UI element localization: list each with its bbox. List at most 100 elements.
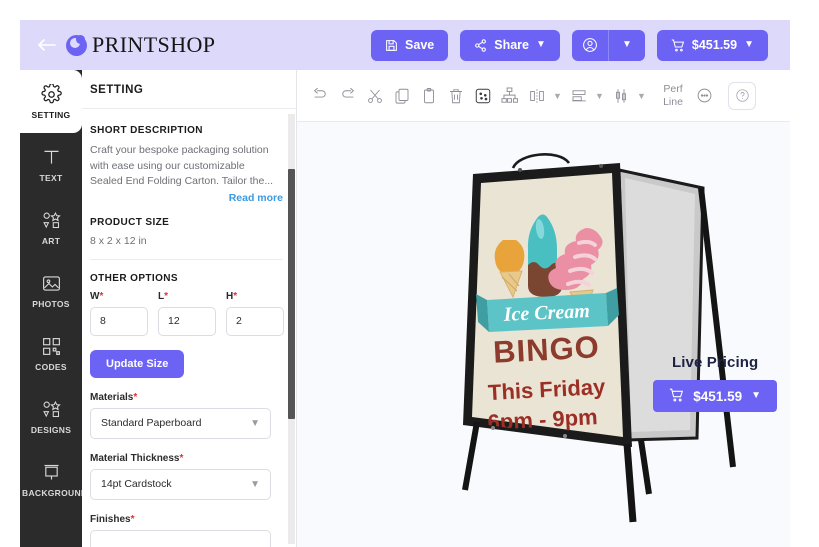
- align-vertical-icon[interactable]: [565, 81, 592, 111]
- sidebar-item-text[interactable]: TEXT: [20, 133, 82, 196]
- copy-icon[interactable]: [388, 81, 415, 111]
- material-thickness-select[interactable]: 14pt Cardstock ▼: [90, 468, 271, 500]
- chevron-down-icon: ▼: [250, 417, 260, 429]
- shapes-icon: [41, 398, 62, 421]
- length-input[interactable]: 12: [158, 306, 216, 336]
- sidebar-item-designs[interactable]: DESIGNS: [20, 385, 82, 448]
- product-size-value: 8 x 2 x 12 in: [90, 234, 147, 247]
- sidebar-item-label: DESIGNS: [30, 425, 72, 435]
- materials-select[interactable]: Standard Paperboard ▼: [90, 407, 271, 439]
- distribute-icon[interactable]: [607, 81, 634, 111]
- chevron-down-icon[interactable]: ▼: [592, 91, 607, 101]
- live-pricing-widget: Live Pricing $451.59 ▼: [653, 354, 777, 412]
- account-dropdown-button[interactable]: ▼: [609, 30, 645, 61]
- back-arrow-icon[interactable]: [34, 32, 60, 58]
- sidebar-item-art[interactable]: ART: [20, 196, 82, 259]
- perf-line-label-1: Perf: [663, 82, 683, 95]
- gear-icon: [40, 83, 62, 106]
- update-size-button[interactable]: Update Size: [90, 349, 185, 378]
- live-pricing-value: $451.59: [693, 388, 743, 404]
- live-pricing-button[interactable]: $451.59 ▼: [653, 380, 777, 412]
- product-size-label: PRODUCT SIZE: [90, 216, 170, 228]
- align-horizontal-icon[interactable]: [523, 81, 550, 111]
- chevron-down-icon[interactable]: ▼: [634, 91, 649, 101]
- read-more-link[interactable]: Read more: [90, 192, 297, 204]
- sidebar-item-codes[interactable]: CODES: [20, 322, 82, 385]
- material-thickness-label: Material Thickness*: [90, 452, 184, 464]
- cut-scissors-icon[interactable]: [361, 81, 388, 111]
- app-header: PRINTSHOP Save Share ▼ ▼ $451.59 ▼: [20, 20, 790, 70]
- brand-mark-icon: [66, 34, 87, 56]
- dimension-fields: W* 8 L* 12 H* 2: [90, 291, 297, 336]
- sidebar-item-label: CODES: [35, 362, 67, 372]
- share-button[interactable]: Share ▼: [460, 29, 560, 61]
- panel-scrollbar[interactable]: [288, 114, 295, 544]
- dimension-length: L* 12: [158, 291, 216, 336]
- finishes-label: Finishes*: [90, 513, 135, 525]
- sidebar-item-photos[interactable]: PHOTOS: [20, 259, 82, 322]
- account-button-group: ▼: [571, 29, 645, 61]
- trash-delete-icon[interactable]: [442, 81, 469, 111]
- editor-toolbar: ▼ ▼ ▼ Perf Line: [297, 70, 790, 122]
- layers-tree-icon[interactable]: [496, 81, 523, 111]
- sidebar-item-setting[interactable]: SETTING: [20, 70, 82, 133]
- svg-text:T: T: [547, 492, 558, 509]
- shapes-icon: [41, 209, 62, 232]
- cart-price-label: $451.59: [691, 38, 738, 52]
- perf-line-button[interactable]: Perf Line: [655, 83, 691, 109]
- save-label: Save: [405, 38, 435, 52]
- text-t-icon: [41, 146, 62, 169]
- chevron-down-icon[interactable]: ▼: [550, 91, 565, 101]
- more-options-icon[interactable]: [691, 81, 718, 111]
- sidebar-item-label: PHOTOS: [32, 299, 70, 309]
- design-canvas[interactable]: Ice Cream BINGO This Friday 6pm - 9pm U …: [297, 122, 790, 547]
- cart-icon: [669, 388, 684, 405]
- settings-scroll-area: SHORT DESCRIPTION Craft your bespoke pac…: [82, 112, 297, 547]
- left-rail: SETTING TEXT ART PHOTOS CODES DESIGNS BA…: [20, 70, 87, 547]
- panel-scrollbar-thumb[interactable]: [288, 169, 295, 419]
- svg-text:E: E: [544, 453, 555, 470]
- account-avatar-button[interactable]: [572, 30, 608, 61]
- paste-clipboard-icon[interactable]: [415, 81, 442, 111]
- cart-price-button[interactable]: $451.59 ▼: [656, 29, 768, 61]
- finishes-select[interactable]: [90, 529, 271, 547]
- height-input[interactable]: 2: [226, 306, 284, 336]
- app-body: SETTING TEXT ART PHOTOS CODES DESIGNS BA…: [20, 70, 790, 547]
- chevron-down-icon: ▼: [621, 39, 632, 50]
- backdrop-icon: [41, 461, 62, 484]
- svg-text:U: U: [523, 475, 535, 492]
- save-button[interactable]: Save: [371, 29, 449, 61]
- length-label: L*: [158, 290, 169, 302]
- artwork-footer: Community Center: [464, 520, 628, 547]
- header-actions: Save Share ▼ ▼ $451.59 ▼: [371, 29, 768, 61]
- image-mask-icon[interactable]: [469, 81, 496, 111]
- chevron-down-icon: ▼: [536, 39, 546, 50]
- share-nodes-icon: [474, 38, 487, 52]
- help-question-icon[interactable]: [728, 81, 756, 110]
- undo-icon[interactable]: [334, 81, 361, 111]
- redo-icon[interactable]: [307, 81, 334, 111]
- live-pricing-label: Live Pricing: [672, 354, 759, 371]
- brand-logo[interactable]: PRINTSHOP: [66, 32, 215, 58]
- sidebar-item-background[interactable]: BACKGROUND: [20, 448, 87, 511]
- panel-title: SETTING: [82, 70, 296, 109]
- qr-code-icon: [41, 335, 62, 358]
- materials-label: Materials*: [90, 391, 138, 403]
- a-frame-sign-artwork: Ice Cream BINGO This Friday 6pm - 9pm U …: [462, 153, 736, 547]
- perf-line-label-2: Line: [663, 95, 683, 108]
- dimension-height: H* 2: [226, 291, 284, 336]
- width-input[interactable]: 8: [90, 306, 148, 336]
- width-label: W*: [90, 290, 104, 302]
- sidebar-item-label: TEXT: [39, 173, 63, 183]
- short-description-label: SHORT DESCRIPTION: [90, 125, 203, 136]
- dimension-width: W* 8: [90, 291, 148, 336]
- artwork-logo: U E F T U: [517, 450, 580, 513]
- chevron-down-icon: ▼: [751, 390, 761, 401]
- save-disk-icon: [385, 39, 398, 52]
- materials-value: Standard Paperboard: [101, 417, 202, 429]
- app-window: PRINTSHOP Save Share ▼ ▼ $451.59 ▼ SETTI…: [20, 20, 790, 547]
- svg-text:F: F: [560, 473, 570, 489]
- editor-area: ▼ ▼ ▼ Perf Line Ice Cream BINGO This Fri…: [297, 70, 790, 547]
- svg-text:U: U: [540, 456, 552, 473]
- brand-name: PRINTSHOP: [92, 32, 216, 57]
